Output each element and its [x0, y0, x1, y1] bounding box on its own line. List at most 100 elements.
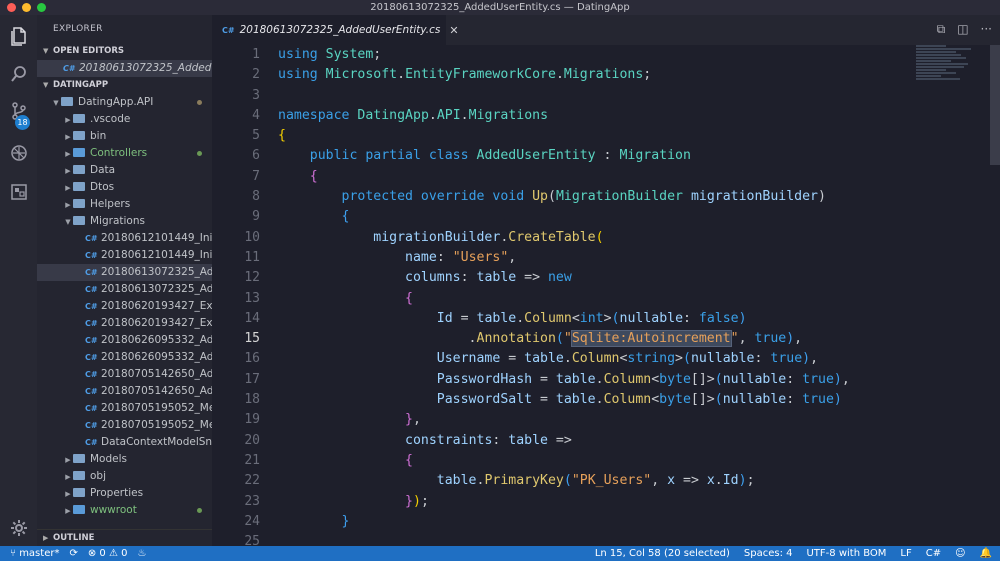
- line-number: 14: [244, 310, 260, 326]
- open-changes-icon[interactable]: ⧉: [937, 22, 946, 37]
- folder-icon: [73, 454, 85, 463]
- tree-folder[interactable]: ▶ .vscode: [37, 111, 212, 128]
- open-editor-item[interactable]: C# 20180613072325_Added...: [37, 60, 212, 77]
- tree-file[interactable]: C# 20180626095332_Ad...: [37, 349, 212, 366]
- cursor-position[interactable]: Ln 15, Col 58 (20 selected): [595, 548, 730, 559]
- tree-item-label: 20180620193427_Ext...: [101, 317, 212, 329]
- tree-folder[interactable]: ▼ DatingApp.API: [37, 94, 212, 111]
- tree-folder[interactable]: ▶ Models: [37, 451, 212, 468]
- tree-folder[interactable]: ▶ Dtos: [37, 179, 212, 196]
- tab-bar: C# 20180613072325_AddedUserEntity.cs ✕ ⧉…: [212, 15, 1000, 45]
- project-section[interactable]: ▼ DATINGAPP: [37, 77, 212, 94]
- extensions-icon[interactable]: [8, 181, 29, 202]
- code-editor[interactable]: 1 2 3 4 5 6 7 8 9 10 11 12 13 14 15 16 17 18 19 20 21 22 23 24 2…: [212, 45, 1000, 546]
- csharp-file-icon: C#: [85, 421, 98, 430]
- zoom-window-button[interactable]: [37, 3, 46, 12]
- tree-folder[interactable]: ▶ Data: [37, 162, 212, 179]
- tree-file[interactable]: C# 20180626095332_Ad...: [37, 332, 212, 349]
- git-branch[interactable]: ⑂ master*: [10, 548, 59, 559]
- text-selection: Sqlite:Autoincrement: [570, 330, 732, 348]
- folder-icon: [73, 199, 85, 208]
- code-line: public partial class AddedUserEntity : M…: [309, 148, 691, 164]
- close-window-button[interactable]: [7, 3, 16, 12]
- tree-item-label: 20180705142650_Ad...: [101, 385, 212, 397]
- tree-item-label: DataContextModelSn...: [101, 436, 212, 448]
- tree-item-label: Migrations: [90, 215, 145, 227]
- code-line: constraints: table =>: [405, 432, 572, 448]
- tree-file[interactable]: C#20180705195052_Me...: [37, 417, 212, 434]
- tree-folder[interactable]: ▼ Migrations: [37, 213, 212, 230]
- code-line: .Annotation("Sqlite:Autoincrement", true…: [278, 330, 803, 348]
- csharp-file-icon: C#: [85, 251, 98, 260]
- code-line: {: [278, 128, 286, 144]
- tree-folder[interactable]: ▶ Properties: [37, 485, 212, 502]
- open-editors-section[interactable]: ▼ OPEN EDITORS: [37, 43, 212, 60]
- tree-file[interactable]: C# 20180613072325_Ad...: [37, 281, 212, 298]
- code-line: {: [405, 290, 413, 306]
- feedback-icon[interactable]: ☺: [955, 548, 965, 559]
- search-icon[interactable]: [8, 63, 29, 84]
- folder-icon: [73, 131, 85, 140]
- line-number: 11: [244, 249, 260, 265]
- folder-icon: [73, 114, 85, 123]
- csharp-file-icon: C#: [222, 25, 235, 35]
- tree-file[interactable]: C# 20180613072325_Ad...: [37, 264, 212, 281]
- editor-scrollbar[interactable]: [990, 45, 1000, 165]
- tree-folder[interactable]: ▶ Helpers: [37, 196, 212, 213]
- sync-icon[interactable]: ⟳: [69, 548, 77, 559]
- tree-item-label: DatingApp.API: [78, 96, 154, 108]
- code-line: {: [405, 452, 413, 468]
- problems-indicator[interactable]: ⊗ 0 ⚠ 0: [88, 548, 128, 559]
- code-line: },: [405, 412, 421, 428]
- tree-item-label: 20180705195052_Me...: [101, 402, 212, 414]
- line-number: 15: [244, 331, 260, 347]
- end-of-line[interactable]: LF: [900, 548, 911, 559]
- indentation[interactable]: Spaces: 4: [744, 548, 793, 559]
- outline-section[interactable]: ▶ OUTLINE: [37, 529, 212, 546]
- line-number: 23: [244, 493, 260, 509]
- code-area[interactable]: using System; using Microsoft.EntityFram…: [278, 45, 850, 546]
- tab-label: 20180613072325_AddedUserEntity.cs: [239, 24, 441, 36]
- more-actions-icon[interactable]: ···: [981, 22, 992, 37]
- tree-folder[interactable]: ▶ bin: [37, 128, 212, 145]
- settings-gear-icon[interactable]: [8, 517, 29, 538]
- debug-icon[interactable]: [8, 142, 29, 163]
- flame-icon[interactable]: ♨: [137, 548, 146, 559]
- chevron-right-icon: ▶: [65, 490, 71, 498]
- tree-file[interactable]: C# 20180705142650_Ad...: [37, 366, 212, 383]
- tree-folder[interactable]: ▶ Controllers: [37, 145, 212, 162]
- notifications-icon[interactable]: 🔔: [980, 548, 992, 559]
- folder-icon: [61, 97, 73, 106]
- tree-folder[interactable]: ▶ wwwroot: [37, 502, 212, 519]
- close-tab-icon[interactable]: ✕: [449, 24, 458, 37]
- tree-item-label: Models: [90, 453, 127, 465]
- tree-file[interactable]: C#20180612101449_Initi...: [37, 230, 212, 247]
- split-editor-icon[interactable]: ◫: [957, 22, 968, 37]
- language-mode[interactable]: C#: [926, 548, 941, 559]
- tree-file[interactable]: C#20180705195052_Me...: [37, 400, 212, 417]
- line-number: 18: [244, 392, 260, 408]
- minimap[interactable]: [916, 45, 986, 105]
- tree-folder[interactable]: ▶ obj: [37, 468, 212, 485]
- git-status-dot: [197, 151, 202, 156]
- tree-file[interactable]: C# DataContextModelSn...: [37, 434, 212, 451]
- csharp-file-icon: C#: [85, 404, 98, 413]
- tree-file[interactable]: C#20180620193427_Ext...: [37, 298, 212, 315]
- csharp-file-icon: C#: [85, 302, 98, 311]
- tree-file[interactable]: C# 20180705142650_Ad...: [37, 383, 212, 400]
- line-number: 9: [252, 209, 260, 225]
- file-encoding[interactable]: UTF-8 with BOM: [806, 548, 886, 559]
- minimize-window-button[interactable]: [22, 3, 31, 12]
- folder-icon: [73, 216, 85, 225]
- explorer-icon[interactable]: [8, 25, 29, 46]
- chevron-right-icon: ▶: [65, 507, 71, 515]
- tree-item-label: Dtos: [90, 181, 115, 193]
- tab-added-user-entity[interactable]: C# 20180613072325_AddedUserEntity.cs ✕: [212, 15, 459, 45]
- csharp-file-icon: C#: [63, 64, 75, 73]
- tree-file[interactable]: C#20180620193427_Ext...: [37, 315, 212, 332]
- tree-file[interactable]: C#20180612101449_Initi...: [37, 247, 212, 264]
- file-tree: ▼ DatingApp.API ▶ .vscode ▶ bin ▶ Controllers ▶ D…: [37, 94, 212, 519]
- code-line: columns: table => new: [405, 270, 572, 286]
- tree-item-label: 20180612101449_Initi...: [101, 249, 212, 261]
